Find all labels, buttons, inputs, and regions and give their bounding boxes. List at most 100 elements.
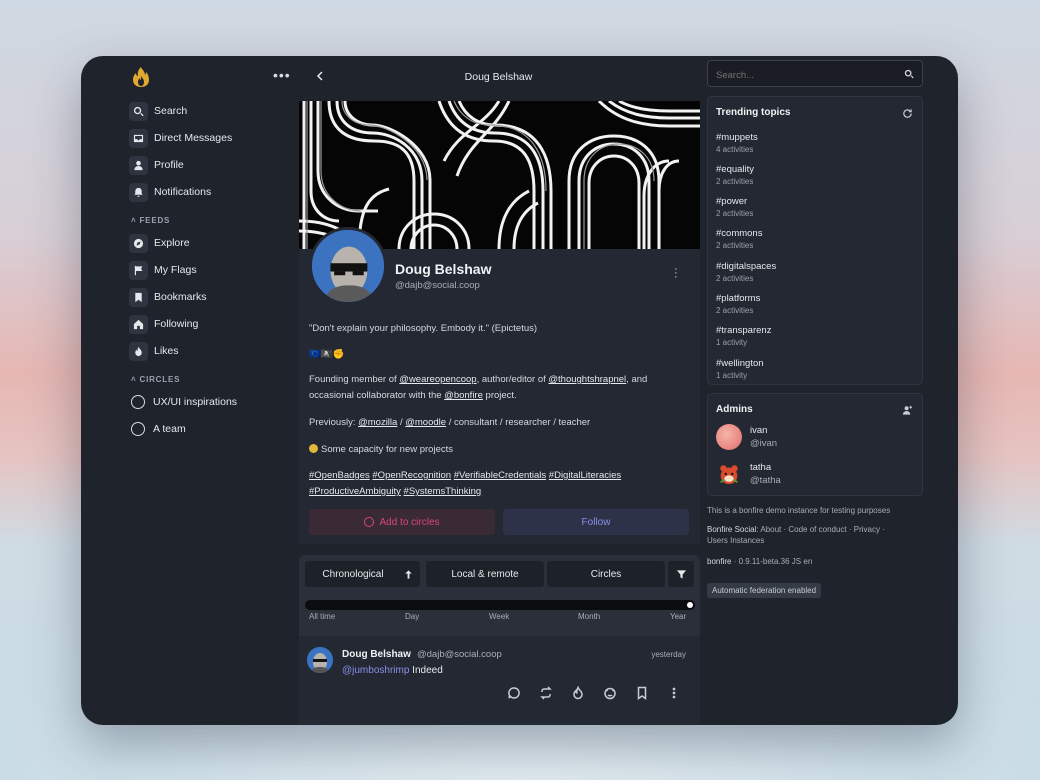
reply-icon[interactable] xyxy=(507,686,521,700)
trending-topic[interactable]: #digitalspaces 2 activities xyxy=(716,261,776,283)
trending-topic[interactable]: #wellington 1 activity xyxy=(716,358,764,380)
search-field[interactable] xyxy=(707,60,923,87)
panel-title: Admins xyxy=(716,404,753,415)
mention-link[interactable]: @moodle xyxy=(405,417,446,428)
user-icon xyxy=(129,155,148,175)
post-author[interactable]: Doug Belshaw xyxy=(342,649,411,660)
compass-icon xyxy=(129,233,148,253)
admins-panel: Admins ivan @ivan tatha @tatha xyxy=(707,393,923,496)
sidebar-item-label: Profile xyxy=(154,159,184,171)
profile-menu-icon[interactable]: · · · xyxy=(674,264,680,283)
profile-bio: Founding member of @weareopencoop, autho… xyxy=(309,374,648,401)
filter-button[interactable] xyxy=(668,561,694,587)
admin-item[interactable]: ivan @ivan xyxy=(716,424,777,450)
admin-item[interactable]: tatha @tatha xyxy=(716,461,781,487)
mention-link[interactable]: @mozilla xyxy=(358,417,397,428)
sort-order-button[interactable]: Chronological xyxy=(305,561,401,587)
refresh-icon[interactable] xyxy=(902,108,913,119)
sidebar-item-label: Search xyxy=(154,105,188,117)
sidebar-item-profile[interactable]: Profile xyxy=(129,155,184,175)
page-title: Doug Belshaw xyxy=(464,71,533,83)
sidebar-item-label: A team xyxy=(153,423,186,435)
more-options-icon[interactable]: ••• xyxy=(273,67,291,83)
trending-topic[interactable]: #muppets 4 activities xyxy=(716,132,758,154)
right-sidebar: Trending topics #muppets4 activities #eq… xyxy=(707,56,923,725)
sort-direction-button[interactable] xyxy=(396,561,420,587)
sidebar-item-circle-a-team[interactable]: A team xyxy=(129,419,186,439)
sidebar-item-likes[interactable]: Likes xyxy=(129,341,179,361)
app-window: ••• Search Direct Messages Profile Notif… xyxy=(81,56,958,725)
panel-title: Trending topics xyxy=(716,107,791,118)
react-emoji-icon[interactable] xyxy=(603,686,617,700)
profile-name: Doug Belshaw xyxy=(395,261,492,277)
mention-link[interactable]: @weareopencoop xyxy=(399,374,476,385)
mention-link[interactable]: @bonfire xyxy=(444,390,483,401)
trending-topic[interactable]: #equality 2 activities xyxy=(716,164,754,186)
profile-previously: Previously: @mozilla / @moodle / consult… xyxy=(309,417,591,428)
hashtag-link[interactable]: #SystemsThinking xyxy=(404,486,482,497)
add-to-circles-button[interactable]: Add to circles xyxy=(309,509,495,535)
sidebar-item-explore[interactable]: Explore xyxy=(129,233,190,253)
trending-topic[interactable]: #power 2 activities xyxy=(716,196,753,218)
search-icon[interactable] xyxy=(904,69,914,79)
slider-handle[interactable] xyxy=(687,602,693,608)
trending-topics-panel: Trending topics #muppets 4 activities #eq… xyxy=(707,96,923,385)
sidebar-item-notifications[interactable]: Notifications xyxy=(129,182,211,202)
bonfire-logo-icon[interactable] xyxy=(129,65,153,89)
sidebar-item-label: Direct Messages xyxy=(154,132,233,144)
slider-label: All time xyxy=(309,612,336,621)
boost-icon[interactable] xyxy=(539,686,553,700)
search-input[interactable] xyxy=(716,70,886,81)
sidebar-item-label: Following xyxy=(154,318,199,330)
sidebar-item-direct-messages[interactable]: Direct Messages xyxy=(129,128,232,148)
add-user-icon[interactable] xyxy=(902,405,913,416)
page-header: Doug Belshaw xyxy=(297,56,700,98)
like-flame-icon[interactable] xyxy=(571,685,585,700)
profile-quote: "Don't explain your philosophy. Embody i… xyxy=(309,323,538,334)
post-more-icon[interactable] xyxy=(667,686,681,700)
avatar[interactable] xyxy=(309,227,387,305)
trending-topic[interactable]: #commons 2 activities xyxy=(716,228,762,250)
mention-link[interactable]: @thoughtshrapnel xyxy=(548,374,626,385)
brand-link[interactable]: Bonfire Social xyxy=(707,525,756,534)
slider-label: Year xyxy=(670,612,687,621)
yellow-circle-icon xyxy=(309,444,318,453)
federation-badge: Automatic federation enabled xyxy=(707,583,822,598)
slider-label: Week xyxy=(489,612,510,621)
circles-section-label[interactable]: ˄ CIRCLES xyxy=(131,375,180,384)
avatar[interactable] xyxy=(716,461,742,487)
feed-post[interactable]: Doug Belshaw @dajb@social.coop yesterday… xyxy=(299,636,700,725)
flame-icon xyxy=(129,341,148,361)
hashtag-link[interactable]: #OpenRecognition xyxy=(372,470,451,481)
bookmark-icon[interactable] xyxy=(635,686,649,700)
post-timestamp[interactable]: yesterday xyxy=(651,650,686,659)
sidebar-item-following[interactable]: Following xyxy=(129,314,198,334)
sidebar-item-label: UX/UI inspirations xyxy=(153,396,238,408)
avatar[interactable] xyxy=(716,424,742,450)
avatar[interactable] xyxy=(307,647,333,673)
follow-button[interactable]: Follow xyxy=(503,509,689,535)
sidebar-item-label: Notifications xyxy=(154,186,212,198)
profile-capacity: Some capacity for new projects xyxy=(309,442,689,458)
sidebar-item-circle-ux-ui[interactable]: UX/UI inspirations xyxy=(129,392,237,412)
sidebar-item-search[interactable]: Search xyxy=(129,101,187,121)
hashtag-link[interactable]: #DigitalLiteracies xyxy=(549,470,621,481)
sidebar-item-bookmarks[interactable]: Bookmarks xyxy=(129,287,207,307)
hashtag-link[interactable]: #VerifiableCredentials xyxy=(454,470,546,481)
feeds-section-label[interactable]: ˄ FEEDS xyxy=(131,216,170,225)
trending-topic[interactable]: #platforms 2 activities xyxy=(716,293,760,315)
sidebar-item-label: My Flags xyxy=(154,264,197,276)
mention-link[interactable]: @jumboshrimp xyxy=(342,665,409,676)
profile-banner-image xyxy=(299,101,700,249)
footer-links: Bonfire Social: About · Code of conduct … xyxy=(707,525,885,545)
wavy-divider xyxy=(299,630,699,636)
time-range-slider[interactable] xyxy=(305,600,695,610)
post-handle: @dajb@social.coop xyxy=(417,649,502,660)
trending-topic[interactable]: #transparenz 1 activity xyxy=(716,325,771,347)
hashtag-link[interactable]: #ProductiveAmbiguity xyxy=(309,486,401,497)
sidebar-item-my-flags[interactable]: My Flags xyxy=(129,260,197,280)
sidebar-item-label: Bookmarks xyxy=(154,291,207,303)
circles-filter-button[interactable]: Circles xyxy=(547,561,665,587)
hashtag-link[interactable]: #OpenBadges xyxy=(309,470,370,481)
scope-filter-button[interactable]: Local & remote xyxy=(426,561,544,587)
